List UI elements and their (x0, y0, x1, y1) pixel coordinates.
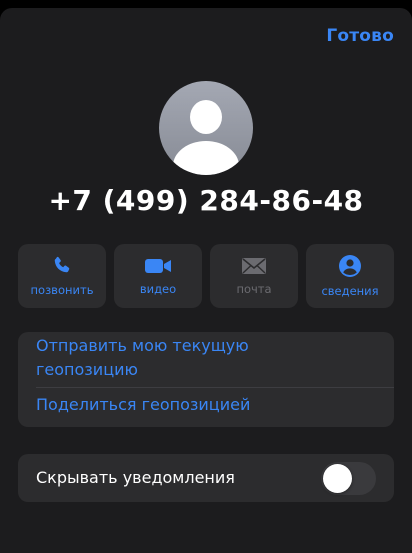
hide-alerts-toggle[interactable] (321, 462, 376, 495)
mail-button[interactable]: почта (210, 244, 298, 308)
divider (36, 387, 394, 388)
hide-alerts-label: Скрывать уведомления (36, 468, 235, 487)
send-location-link[interactable]: Отправить мою текущую геопозицию (36, 334, 336, 382)
toggle-knob (323, 464, 352, 493)
video-button[interactable]: видео (114, 244, 202, 308)
info-label: сведения (321, 284, 379, 298)
action-buttons: позвонить видео почта сведения (18, 244, 394, 308)
avatar (159, 81, 253, 175)
phone-icon (51, 255, 73, 277)
avatar-body (173, 141, 239, 175)
call-button[interactable]: позвонить (18, 244, 106, 308)
contact-sheet: Готово +7 (499) 284-86-48 позвонить виде… (0, 8, 412, 553)
avatar-head (190, 100, 222, 134)
info-button[interactable]: сведения (306, 244, 394, 308)
share-location-link[interactable]: Поделиться геопозицией (36, 393, 250, 417)
hide-alerts-card: Скрывать уведомления (18, 454, 394, 502)
call-label: позвонить (30, 283, 94, 297)
phone-number: +7 (499) 284-86-48 (48, 184, 364, 217)
mail-icon (241, 256, 267, 276)
done-button[interactable]: Готово (326, 26, 394, 46)
video-label: видео (139, 282, 177, 296)
location-card: Отправить мою текущую геопозицию Поделит… (18, 332, 394, 427)
video-camera-icon (144, 256, 172, 276)
mail-label: почта (236, 282, 272, 296)
person-circle-icon (338, 254, 362, 278)
